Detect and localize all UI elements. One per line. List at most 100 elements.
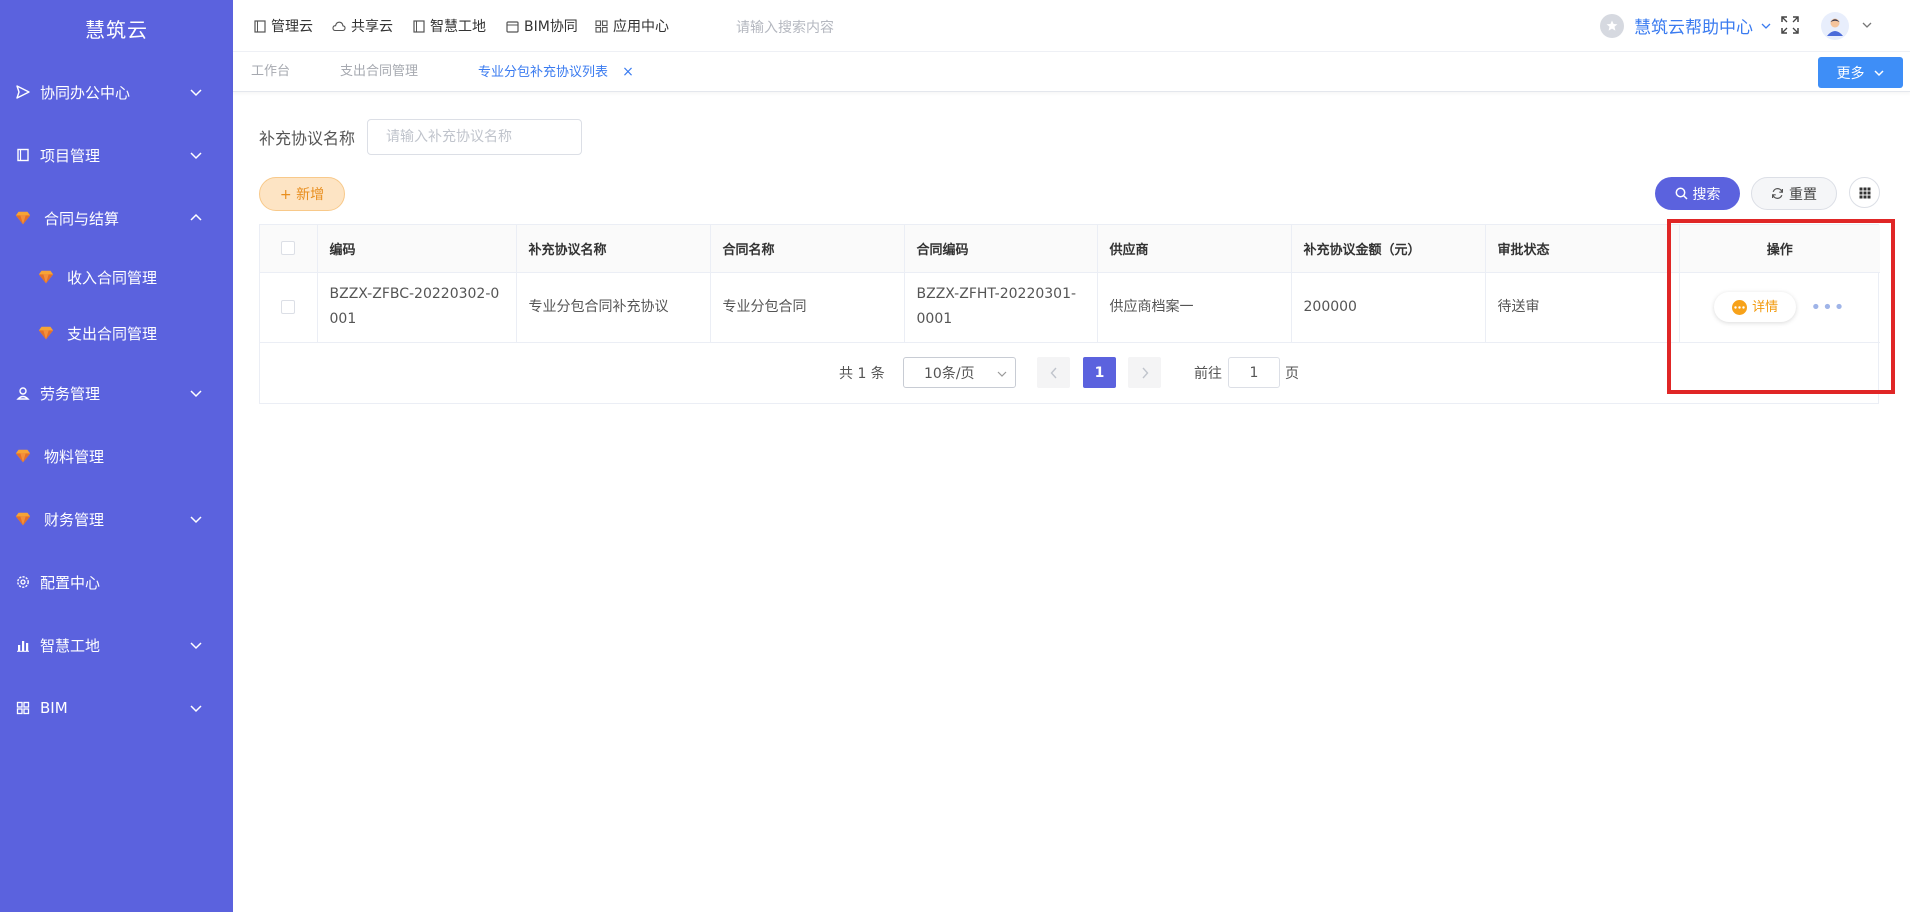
topnav-management-cloud[interactable]: 管理云: [254, 0, 313, 52]
box-icon: [506, 20, 519, 33]
fullscreen-icon[interactable]: [1781, 16, 1799, 38]
column-header-contract-code: 合同编码: [904, 225, 1098, 273]
table-row: BZZX-ZFBC-20220302-0001 专业分包合同补充协议 专业分包合…: [260, 272, 1880, 343]
sidebar-item-label: 配置中心: [40, 573, 101, 592]
select-all-checkbox-cell[interactable]: [260, 225, 318, 273]
sidebar-item-label: 支出合同管理: [67, 324, 158, 343]
topnav-label: 应用中心: [613, 19, 669, 35]
cell-contract-code: BZZX-ZFHT-20220301-0001: [904, 272, 1098, 343]
more-button-label: 更多: [1836, 65, 1865, 82]
page-tabs: 工作台 支出合同管理 专业分包补充协议列表 ×: [233, 52, 1910, 92]
sidebar: 慧筑云 协同办公中心 项目管理 合同与结算 收入合同管理 支出合同管理 劳务管理…: [0, 0, 233, 912]
reset-button[interactable]: 重置: [1751, 177, 1837, 210]
sidebar-item-bim[interactable]: BIM: [0, 688, 233, 728]
chevron-down-icon: [190, 705, 202, 713]
document-icon: [254, 19, 266, 33]
close-icon[interactable]: ×: [622, 64, 634, 80]
more-button[interactable]: 更多: [1818, 57, 1903, 88]
chevron-down-icon: [190, 642, 202, 650]
row-checkbox-cell[interactable]: [260, 272, 318, 343]
tab-workbench[interactable]: 工作台: [251, 52, 290, 92]
agreement-name-input[interactable]: [367, 119, 582, 155]
sidebar-item-label: 收入合同管理: [67, 268, 158, 287]
sidebar-item-finance[interactable]: 财务管理: [0, 499, 233, 539]
chevron-down-icon: [1873, 69, 1884, 76]
chevron-up-icon: [190, 213, 202, 221]
chevron-down-icon: [997, 371, 1007, 377]
apps-icon: [595, 19, 608, 33]
help-center-label: 慧筑云帮助中心: [1634, 18, 1753, 38]
search-button[interactable]: 搜索: [1655, 177, 1740, 210]
search-icon: [1675, 187, 1688, 200]
cell-status: 待送审: [1485, 272, 1680, 343]
pagination: 共 1 条 10条/页 1 前往 页: [0, 357, 1910, 389]
sidebar-item-expense-contract[interactable]: 支出合同管理: [0, 313, 233, 353]
add-button[interactable]: + 新增: [259, 177, 345, 211]
table-header-row: 编码 补充协议名称 合同名称 合同编码 供应商 补充协议金额（元） 审批状态 操…: [260, 225, 1880, 273]
sidebar-item-label: 合同与结算: [44, 209, 120, 228]
select-all-checkbox[interactable]: [281, 241, 296, 256]
cell-agreement-name: 专业分包合同补充协议: [516, 272, 711, 343]
topnav-shared-cloud[interactable]: 共享云: [332, 0, 393, 52]
send-icon: [15, 84, 31, 100]
column-header-contract-name: 合同名称: [710, 225, 905, 273]
cloud-icon: [332, 21, 346, 32]
tab-subcontract-agreement-list[interactable]: 专业分包补充协议列表 ×: [478, 52, 634, 92]
pagination-total: 共 1 条: [839, 366, 885, 382]
page-suffix-label: 页: [1285, 366, 1299, 382]
topnav-label: 智慧工地: [430, 19, 486, 35]
chevron-down-icon: [190, 152, 202, 160]
global-search-input[interactable]: 请输入搜索内容: [736, 17, 834, 37]
page-size-value: 10条/页: [924, 365, 975, 382]
topnav-label: BIM协同: [524, 19, 578, 35]
highlight-box: [1667, 219, 1895, 394]
gem-icon: [38, 325, 54, 341]
topnav-app-center[interactable]: 应用中心: [595, 0, 669, 52]
topnav-label: 共享云: [351, 19, 393, 35]
book-icon: [15, 147, 31, 163]
refresh-icon: [1772, 188, 1783, 199]
sidebar-item-label: 项目管理: [40, 146, 101, 165]
chevron-down-icon: [190, 516, 202, 524]
sidebar-item-contract-settlement[interactable]: 合同与结算: [0, 198, 233, 238]
user-avatar[interactable]: [1821, 12, 1849, 40]
chevron-down-icon: [190, 89, 202, 97]
goto-page-input[interactable]: [1228, 357, 1280, 388]
topnav-bim-collab[interactable]: BIM协同: [506, 0, 578, 52]
sidebar-item-config[interactable]: 配置中心: [0, 562, 233, 602]
cell-contract-name: 专业分包合同: [710, 272, 905, 343]
next-page-button[interactable]: [1128, 357, 1161, 388]
grid-icon: [15, 700, 31, 716]
page-size-select[interactable]: 10条/页: [903, 357, 1016, 388]
gear-icon: [15, 574, 31, 590]
sidebar-item-label: 物料管理: [44, 447, 105, 466]
tab-label: 专业分包补充协议列表: [478, 65, 609, 80]
sidebar-item-material[interactable]: 物料管理: [0, 436, 233, 476]
document-icon: [413, 19, 425, 33]
help-center-dropdown[interactable]: 慧筑云帮助中心: [1600, 13, 1772, 38]
row-checkbox[interactable]: [281, 299, 296, 314]
bar-chart-icon: [15, 637, 31, 653]
column-header-code: 编码: [317, 225, 517, 273]
agreement-name-label: 补充协议名称: [259, 129, 356, 148]
sidebar-item-project[interactable]: 项目管理: [0, 135, 233, 175]
topnav-smart-site[interactable]: 智慧工地: [413, 0, 486, 52]
help-badge-icon: [1600, 13, 1624, 38]
cell-amount: 200000: [1291, 272, 1486, 343]
column-header-amount: 补充协议金额（元）: [1291, 225, 1486, 273]
sidebar-item-income-contract[interactable]: 收入合同管理: [0, 257, 233, 297]
gem-icon: [15, 448, 31, 464]
prev-page-button[interactable]: [1037, 357, 1070, 388]
page-number-current[interactable]: 1: [1083, 357, 1116, 388]
sidebar-item-collab-office[interactable]: 协同办公中心: [0, 72, 233, 112]
chevron-right-icon: [1141, 367, 1148, 378]
column-settings-button[interactable]: [1849, 177, 1880, 208]
sidebar-item-smart-site[interactable]: 智慧工地: [0, 625, 233, 665]
sidebar-item-label: 智慧工地: [40, 636, 101, 655]
chevron-down-icon[interactable]: [1861, 19, 1873, 31]
sidebar-item-label: 协同办公中心: [40, 83, 131, 102]
cell-supplier: 供应商档案一: [1097, 272, 1292, 343]
top-header: 管理云 共享云 智慧工地 BIM协同 应用中心 请输入搜索内容 慧筑云帮助中心: [233, 0, 1910, 52]
cell-code: BZZX-ZFBC-20220302-0001: [317, 272, 517, 343]
tab-expense-contract[interactable]: 支出合同管理: [340, 52, 418, 92]
